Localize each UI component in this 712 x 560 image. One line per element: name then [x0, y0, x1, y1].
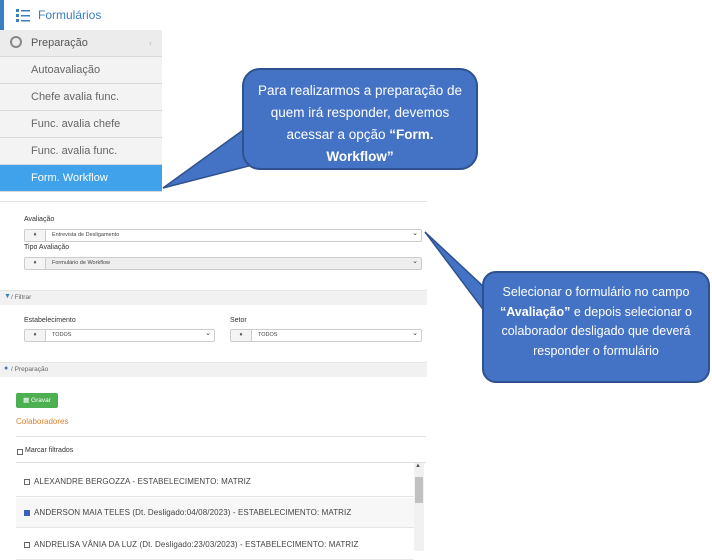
- chevron-down-icon: ⌄: [412, 230, 418, 237]
- collaborator-checkbox[interactable]: [24, 542, 30, 548]
- list-item[interactable]: ANDERSON MAIA TELES (Dt. Desligado:04/08…: [16, 498, 414, 528]
- callout-avaliacao: Selecionar o formulário no campo “Avalia…: [482, 271, 710, 383]
- callout-bold: “Avaliação”: [499, 304, 571, 319]
- marcar-filtrados-checkbox[interactable]: [17, 449, 23, 455]
- estabelecimento-label: Estabelecimento: [24, 317, 76, 324]
- filtrar-title-text: Filtrar: [14, 294, 32, 301]
- preparacao-bar[interactable]: ● / Preparação: [0, 362, 427, 377]
- marcar-filtrados-label: Marcar filtrados: [25, 447, 74, 454]
- chevron-down-icon: ⌄: [412, 330, 418, 337]
- tag-icon: ♦: [25, 258, 46, 269]
- avaliacao-select[interactable]: ♦ Entrevista de Desligamento ⌄: [24, 229, 422, 242]
- list-item[interactable]: ALEXANDRE BERGOZZA - ESTABELECIMENTO: MA…: [16, 467, 414, 497]
- tag-icon: ♦: [25, 230, 46, 241]
- tipo-avaliacao-select[interactable]: ♦ Formulário de Workflow ⌄: [24, 257, 422, 270]
- callout-form-workflow: Para realizarmos a preparação de quem ir…: [242, 68, 478, 170]
- estabelecimento-select[interactable]: ♦ TODOS ⌄: [24, 329, 215, 342]
- avaliacao-label: Avaliação: [24, 216, 55, 223]
- filtrar-title: / Filtrar: [11, 294, 32, 301]
- collaborator-name: ALEXANDRE BERGOZZA - ESTABELECIMENTO: MA…: [34, 477, 251, 486]
- callout-text: Selecionar o formulário no campo: [502, 285, 690, 299]
- scrollbar[interactable]: ▲: [414, 463, 424, 551]
- colaboradores-title: Colaboradores: [16, 417, 69, 426]
- gravar-button[interactable]: ▦ Gravar: [16, 393, 58, 408]
- tipo-avaliacao-value: Formulário de Workflow: [52, 260, 110, 266]
- user-icon: ●: [4, 365, 9, 372]
- collaborator-checkbox[interactable]: [24, 510, 30, 516]
- collaborator-name: ANDRELISA VÂNIA DA LUZ (Dt. Desligado:23…: [34, 540, 359, 549]
- tag-icon: ♦: [25, 330, 46, 341]
- filter-icon: ▼: [4, 293, 11, 300]
- preparacao-title-text: Preparação: [14, 366, 49, 373]
- gravar-label: Gravar: [31, 397, 51, 404]
- list-item[interactable]: ANDRELISA VÂNIA DA LUZ (Dt. Desligado:23…: [16, 530, 414, 560]
- divider: [0, 201, 427, 202]
- collaborator-name: ANDERSON MAIA TELES (Dt. Desligado:04/08…: [34, 508, 352, 517]
- avaliacao-value: Entrevista de Desligamento: [52, 232, 120, 238]
- setor-select[interactable]: ♦ TODOS ⌄: [230, 329, 422, 342]
- tag-icon: ♦: [231, 330, 252, 341]
- chevron-down-icon: ⌄: [205, 330, 211, 337]
- chevron-down-icon: ⌄: [412, 258, 418, 265]
- scrollbar-thumb[interactable]: [415, 477, 423, 503]
- divider: [16, 436, 426, 437]
- divider: [16, 462, 426, 463]
- tipo-avaliacao-label: Tipo Avaliação: [24, 244, 70, 251]
- scroll-up-icon[interactable]: ▲: [415, 463, 421, 469]
- preparacao-title: / Preparação: [11, 366, 49, 373]
- filtrar-bar[interactable]: ▼ / Filtrar: [0, 290, 427, 305]
- estabelecimento-value: TODOS: [52, 332, 72, 338]
- setor-label: Setor: [230, 317, 247, 324]
- setor-value: TODOS: [258, 332, 278, 338]
- collaborator-checkbox[interactable]: [24, 479, 30, 485]
